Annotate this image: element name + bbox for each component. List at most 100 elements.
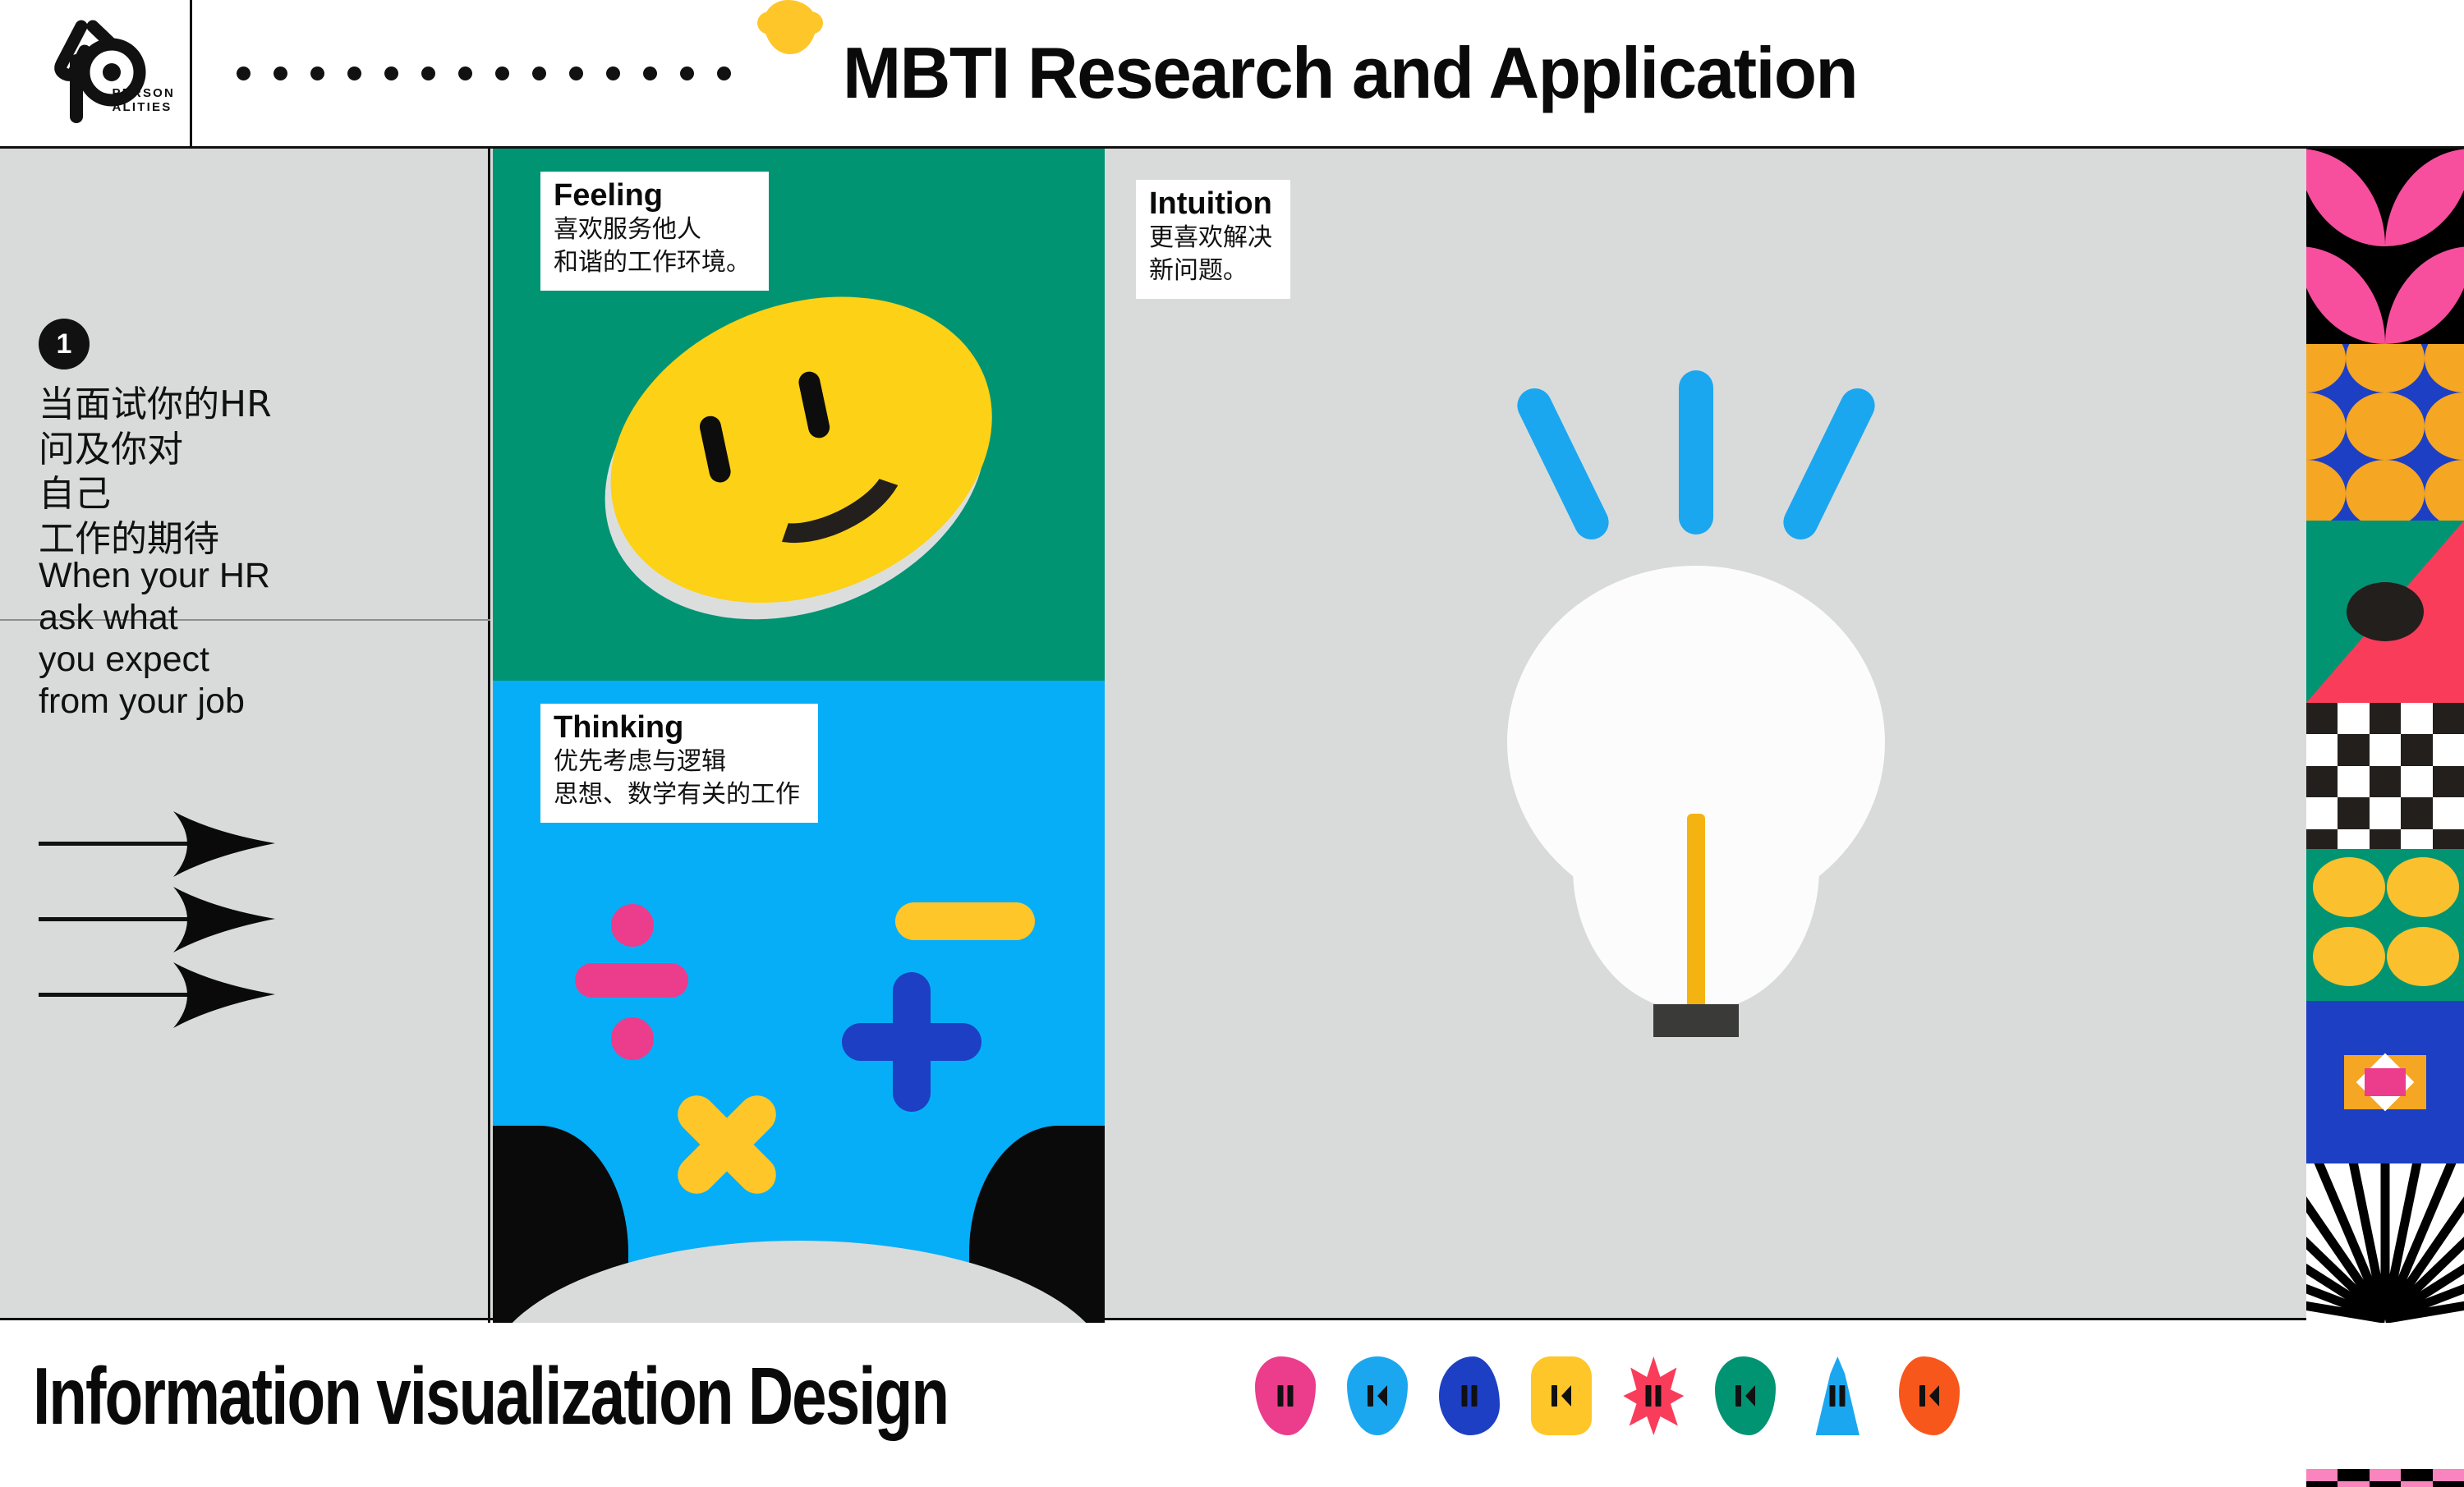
creature-green[interactable]	[1715, 1356, 1777, 1435]
intuition-cn-line-1: 更喜欢解决	[1149, 223, 1272, 253]
minus-symbol-icon	[895, 902, 1035, 940]
bulb-filament	[1687, 814, 1705, 1011]
brand-logo[interactable]: PERSON ALITIES	[0, 0, 192, 146]
smiley-disc	[564, 241, 1039, 658]
bulb-ray-left	[1511, 382, 1615, 546]
question-chinese: 当面试你的HR 问及你对 自己 工作的期待	[39, 383, 272, 562]
creature-face	[1829, 1385, 1846, 1407]
creature-face	[1368, 1385, 1388, 1407]
creature-blue-cone[interactable]	[1807, 1356, 1868, 1435]
header-dot	[421, 66, 435, 80]
creature-orange[interactable]	[1899, 1356, 1961, 1435]
arrow-indicator	[39, 805, 285, 881]
plus-symbol-icon	[842, 972, 981, 1112]
feeling-title: Feeling	[554, 178, 664, 213]
header-dot	[495, 66, 509, 80]
page-header: PERSON ALITIES MBTI Research and Applica…	[0, 0, 2464, 146]
creature-red-star[interactable]	[1623, 1356, 1685, 1435]
creature-beak-icon	[1561, 1385, 1572, 1407]
header-dot	[384, 66, 398, 80]
pattern-tile-green-yellow-circles	[2306, 849, 2464, 1001]
thinking-cn-wrap: 优先考虑与逻辑 思想、数学有关的工作	[540, 746, 818, 811]
bulb-ray-right	[1777, 382, 1881, 546]
intuition-cn-wrap: 更喜欢解决 新问题。	[1136, 223, 1290, 287]
thinking-cn-line-2: 思想、数学有关的工作	[554, 780, 800, 810]
creature-face	[1645, 1385, 1662, 1407]
pattern-tile-black-white-sunburst	[2306, 1163, 2464, 1324]
arrow-list	[39, 805, 285, 1032]
creature-eye-bar	[1287, 1385, 1294, 1407]
creature-eye-bar	[1461, 1385, 1468, 1407]
logo-wordmark-line1: PERSON	[112, 86, 176, 100]
question-english: When your HR ask what you expect from yo…	[39, 555, 270, 723]
header-dot	[347, 66, 361, 80]
creature-yellow[interactable]	[1531, 1356, 1593, 1435]
header-dot	[569, 66, 583, 80]
question-en-line-2: ask what	[39, 598, 178, 638]
left-info-panel: 1 当面试你的HR 问及你对 自己 工作的期待 When your HR ask…	[0, 149, 490, 1323]
step-number-badge: 1	[39, 319, 90, 369]
arrow-head-icon	[173, 887, 275, 952]
creature-darkblue[interactable]	[1439, 1356, 1501, 1435]
question-en-line-1: When your HR	[39, 556, 270, 595]
smiley-eye-right	[797, 369, 832, 440]
intuition-label-box: Intuition 更喜欢解决 新问题。	[1136, 180, 1290, 299]
creature-pink[interactable]	[1255, 1356, 1317, 1435]
pattern-tile-green-red-diagonal-ellipse	[2306, 521, 2464, 703]
arrow-head-icon	[173, 811, 275, 877]
creature-row	[1255, 1356, 1961, 1435]
creature-eye-bar	[1368, 1385, 1374, 1407]
smiley-eye-left	[697, 414, 733, 484]
creature-eye-bar	[1735, 1385, 1742, 1407]
card-thinking[interactable]: Thinking 优先考虑与逻辑 思想、数学有关的工作	[493, 681, 1105, 1323]
creature-lightblue[interactable]	[1347, 1356, 1409, 1435]
footer-title: Information visualization Design	[33, 1350, 949, 1441]
card-feeling[interactable]: Feeling 喜欢服务他人 和谐的工作环境。	[493, 149, 1105, 681]
creature-beak-icon	[1377, 1385, 1388, 1407]
header-dot	[237, 66, 251, 80]
pattern-tile-blue-orange-nested-diamond	[2306, 1001, 2464, 1163]
header-dot	[606, 66, 620, 80]
pattern-tile-orange-blue-circle-grid	[2306, 344, 2464, 521]
feeling-cn-line-2: 和谐的工作环境。	[554, 248, 751, 278]
creature-face	[1277, 1385, 1294, 1407]
creature-face	[1551, 1385, 1572, 1407]
arrow-indicator	[39, 957, 285, 1032]
question-en-line-4: from your job	[39, 682, 245, 722]
pattern-tile-pink-leaves-on-black	[2306, 149, 2464, 344]
question-cn-line-2: 问及你对	[39, 428, 183, 470]
lightbulb-icon	[1483, 370, 1910, 1109]
page-title: MBTI Research and Application	[843, 32, 1859, 113]
creature-eye-bar	[1645, 1385, 1652, 1407]
logo-glyph-icon	[53, 20, 145, 123]
creature-beak-icon	[1745, 1385, 1756, 1407]
card-intuition[interactable]: Intuition 更喜欢解决 新问题。	[1105, 149, 2304, 1323]
creature-eye-bar	[1829, 1385, 1836, 1407]
question-en-line-3: you expect	[39, 640, 209, 680]
header-dot	[458, 66, 472, 80]
creature-eye-bar	[1471, 1385, 1478, 1407]
content-stage: 1 当面试你的HR 问及你对 自己 工作的期待 When your HR ask…	[0, 146, 2464, 1487]
left-text-block: 1 当面试你的HR 问及你对 自己 工作的期待 When your HR ask…	[0, 149, 490, 721]
creature-face	[1461, 1385, 1478, 1407]
header-dot	[717, 66, 731, 80]
thinking-cn-line-1: 优先考虑与逻辑	[554, 747, 726, 777]
multiply-symbol-icon	[665, 1083, 788, 1206]
header-dot	[274, 66, 287, 80]
question-cn-line-1: 当面试你的HR	[39, 383, 272, 425]
creature-beak-icon	[1929, 1385, 1940, 1407]
bulb-ray-center	[1679, 370, 1713, 535]
pattern-tile-black-white-checkerboard	[2306, 703, 2464, 849]
creature-eye-bar	[1655, 1385, 1662, 1407]
creature-face	[1735, 1385, 1756, 1407]
thinking-label-box: Thinking 优先考虑与逻辑 思想、数学有关的工作	[540, 704, 818, 823]
arrow-indicator	[39, 881, 285, 957]
header-dot-divider	[237, 0, 731, 146]
thinking-title: Thinking	[554, 710, 684, 745]
creature-face	[1919, 1385, 1940, 1407]
header-dot	[680, 66, 694, 80]
feeling-cn-line-1: 喜欢服务他人	[554, 215, 701, 245]
intuition-cn-line-2: 新问题。	[1149, 256, 1248, 286]
header-dot	[643, 66, 657, 80]
creature-eye-bar	[1839, 1385, 1846, 1407]
